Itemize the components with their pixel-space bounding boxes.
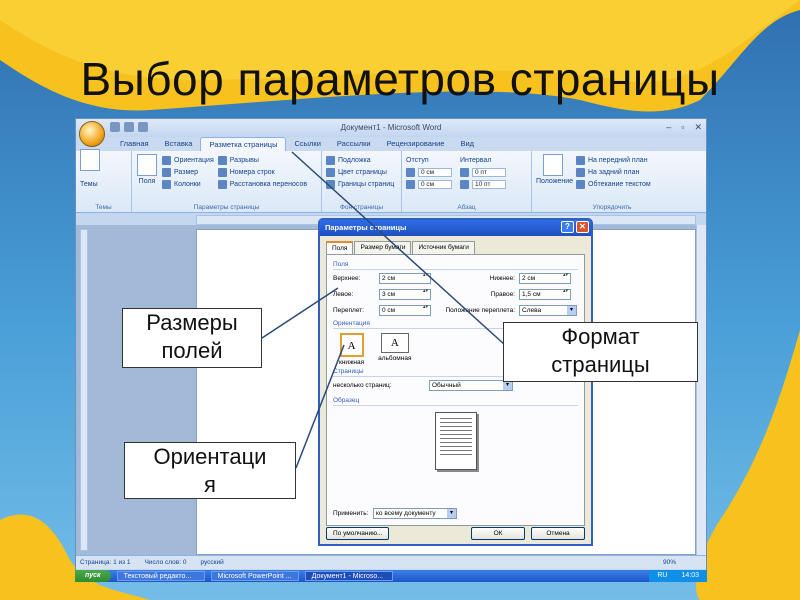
start-button[interactable]: пуск <box>75 570 111 582</box>
system-tray: RU 14:03 <box>649 570 707 582</box>
taskbar: пуск Текстовый редакто... Microsoft Powe… <box>75 570 707 582</box>
office-button[interactable] <box>79 121 105 147</box>
tray-language[interactable]: RU <box>657 570 667 582</box>
callout-lines <box>261 151 506 469</box>
tray-clock: 14:03 <box>681 572 699 579</box>
taskbar-item-powerpoint[interactable]: Microsoft PowerPoint ... <box>210 571 299 581</box>
callout-format-line1: Формат <box>561 324 640 349</box>
taskbar-item-notepad[interactable]: Текстовый редакто... <box>116 571 205 581</box>
callout-margins-line1: Размеры <box>146 310 238 335</box>
line-format <box>291 151 506 346</box>
taskbar-item-word[interactable]: Документ1 - Microso... <box>304 571 393 581</box>
line-orientation <box>295 344 345 469</box>
callout-margins-line2: полей <box>161 338 223 363</box>
callout-orientation-line2: я <box>204 472 216 497</box>
callout-margins: Размеры полей <box>122 308 262 368</box>
callout-orientation: Ориентаци я <box>124 442 296 499</box>
callout-format: Формат страницы <box>503 322 698 382</box>
line-margins <box>261 287 339 339</box>
callout-format-line2: страницы <box>551 352 650 377</box>
callout-orientation-line1: Ориентаци <box>153 444 267 469</box>
